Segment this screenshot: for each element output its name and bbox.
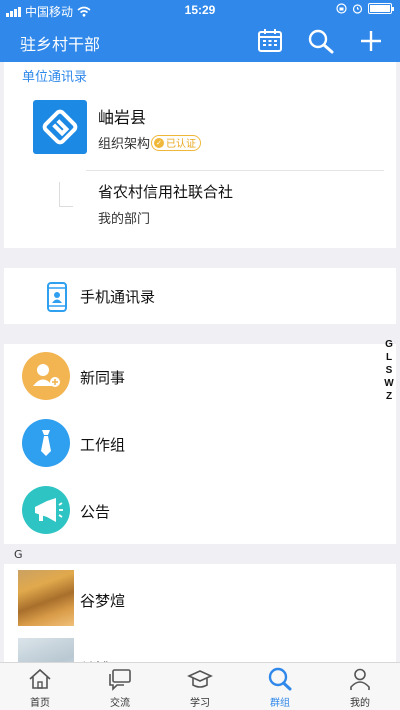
unit-directory-card: 单位通讯录 岫岩县 组织架构 ✓ 已认证 省农村信用社联合社 我的部门 — [4, 62, 396, 248]
tree-line — [59, 206, 73, 207]
new-colleague-icon — [22, 352, 70, 400]
tab-bar: 首页 交流 学习 群组 我的 — [0, 662, 400, 710]
index-letter[interactable]: W — [382, 377, 396, 390]
tab-label: 学习 — [190, 698, 210, 709]
divider — [86, 170, 384, 171]
index-letter[interactable]: G — [382, 338, 396, 351]
alphabet-index[interactable]: G L S W Z — [382, 338, 396, 403]
contact-group-header: G — [14, 548, 23, 561]
page-title: 驻乡村干部 — [20, 35, 101, 54]
tree-line — [59, 182, 60, 206]
home-icon — [29, 668, 51, 689]
tab-label: 群组 — [270, 698, 290, 709]
tab-label: 交流 — [110, 698, 130, 709]
org-subtitle-row: 组织架构 ✓ 已认证 — [98, 133, 202, 152]
org-subtitle: 组织架构 — [98, 137, 151, 152]
sub-org-subtitle: 我的部门 — [98, 212, 151, 227]
nav-bar: 驻乡村干部 — [0, 20, 400, 62]
tab-home[interactable]: 首页 — [0, 663, 80, 710]
rotation-lock-icon — [336, 3, 347, 14]
add-icon[interactable] — [357, 28, 385, 54]
quick-item-label: 公告 — [80, 503, 111, 521]
tab-learning[interactable]: 学习 — [160, 663, 240, 710]
contacts-list: 谷梦煊 关博 — [4, 564, 396, 662]
phone-contacts-label: 手机通讯录 — [80, 288, 156, 306]
alarm-icon — [352, 4, 363, 14]
verified-badge: ✓ 已认证 — [151, 134, 202, 151]
contact-avatar — [18, 570, 74, 626]
section-title: 单位通讯录 — [22, 70, 88, 85]
index-letter[interactable]: Z — [382, 390, 396, 403]
tab-label: 我的 — [350, 698, 370, 709]
quick-items-card: 新同事 工作组 公告 — [4, 344, 396, 544]
index-letter[interactable]: L — [382, 351, 396, 364]
content: 单位通讯录 岫岩县 组织架构 ✓ 已认证 省农村信用社联合社 我的部门 手机通讯… — [0, 62, 400, 662]
org-logo — [33, 100, 87, 154]
org-name: 岫岩县 — [98, 108, 147, 127]
phone-contacts-row[interactable]: 手机通讯录 — [4, 268, 396, 324]
status-bar: 中国移动 15:29 — [0, 0, 400, 20]
graduation-cap-icon — [187, 670, 213, 688]
tab-label: 首页 — [30, 698, 50, 709]
person-icon — [350, 668, 370, 690]
calendar-icon[interactable] — [256, 28, 284, 54]
tab-chat[interactable]: 交流 — [80, 663, 160, 710]
contact-avatar — [18, 638, 74, 662]
verified-label: 已认证 — [166, 139, 197, 150]
contact-name: 谷梦煊 — [80, 592, 126, 610]
tab-groups[interactable]: 群组 — [240, 663, 320, 710]
check-icon: ✓ — [154, 137, 165, 148]
search-icon[interactable] — [307, 28, 335, 54]
tie-icon — [22, 419, 70, 467]
status-right — [336, 3, 394, 14]
org-logo-icon — [42, 109, 78, 145]
search-icon — [268, 667, 292, 691]
sub-org-name: 省农村信用社联合社 — [98, 183, 234, 201]
chat-icon — [109, 669, 131, 691]
quick-item-label: 新同事 — [80, 369, 126, 387]
quick-item-label: 工作组 — [80, 436, 126, 454]
battery-icon — [368, 3, 394, 14]
phone-contacts-icon — [47, 282, 67, 312]
index-letter[interactable]: S — [382, 364, 396, 377]
tab-me[interactable]: 我的 — [320, 663, 400, 710]
megaphone-icon — [22, 486, 70, 534]
